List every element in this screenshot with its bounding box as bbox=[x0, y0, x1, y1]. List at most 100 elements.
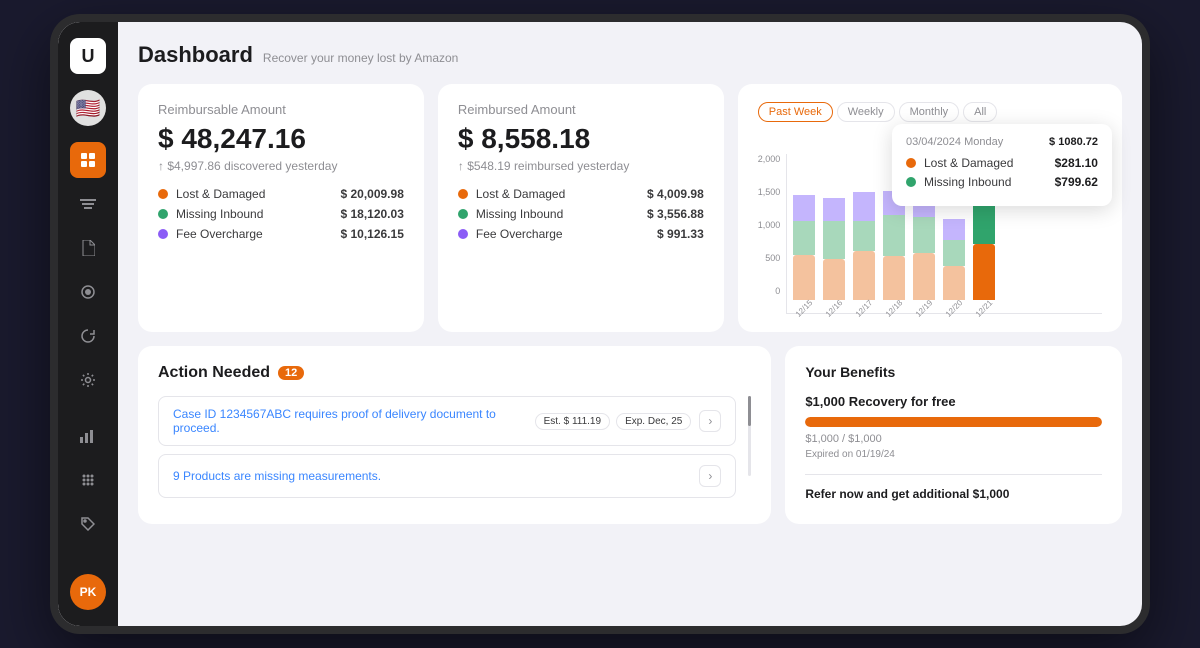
sidebar-item-grid2[interactable] bbox=[70, 462, 106, 498]
sidebar-item-tag[interactable] bbox=[70, 506, 106, 542]
y-label-0: 0 bbox=[758, 286, 781, 296]
breakdown-missing-inbound: Missing Inbound $ 18,120.03 bbox=[158, 207, 404, 221]
main-content: Dashboard Recover your money lost by Ama… bbox=[118, 22, 1142, 626]
breakdown-lost-damaged: Lost & Damaged $ 20,009.98 bbox=[158, 187, 404, 201]
action-tag-est: Est. $ 111.19 bbox=[535, 413, 610, 430]
bar-orange-12/15 bbox=[793, 255, 815, 300]
dot-green bbox=[158, 209, 168, 219]
y-label-1000: 1,000 bbox=[758, 220, 781, 230]
sidebar-item-shipments[interactable] bbox=[70, 186, 106, 222]
sidebar-item-charts[interactable] bbox=[70, 418, 106, 454]
bar-orange-12/16 bbox=[823, 259, 845, 300]
bar-group-12/16[interactable]: 12/16 bbox=[823, 198, 845, 313]
y-label-2000: 2,000 bbox=[758, 154, 781, 164]
chart-area: 0 500 1,000 1,500 2,000 12/15 12/16 12/17 1… bbox=[758, 134, 1102, 314]
sidebar-item-refresh[interactable] bbox=[70, 318, 106, 354]
reimbursable-amount: $ 48,247.16 bbox=[158, 123, 404, 155]
bar-label-12/19: 12/19 bbox=[914, 298, 935, 319]
bar-orange-12/17 bbox=[853, 251, 875, 300]
bar-orange-12/19 bbox=[913, 253, 935, 300]
bar-stack-12/20 bbox=[943, 219, 965, 300]
action-header: Action Needed 12 bbox=[158, 364, 751, 382]
tooltip-lost-damaged: Lost & Damaged $281.10 bbox=[906, 156, 1098, 170]
action-title: Action Needed bbox=[158, 364, 270, 382]
bar-stack-12/16 bbox=[823, 198, 845, 300]
sidebar: U 🇺🇸 bbox=[58, 22, 118, 626]
action-item-text-0: Case ID 1234567ABC requires proof of del… bbox=[173, 407, 525, 435]
tab-past-week[interactable]: Past Week bbox=[758, 102, 833, 122]
dot-orange-r bbox=[458, 189, 468, 199]
chart-tooltip: 03/04/2024 Monday $ 1080.72 Lost & Damag… bbox=[892, 124, 1112, 206]
chart-card: Past Week Weekly Monthly All 0 500 1,000… bbox=[738, 84, 1122, 332]
sidebar-item-docs[interactable] bbox=[70, 230, 106, 266]
bottom-row: Action Needed 12 Case ID 1234567ABC requ… bbox=[138, 346, 1122, 524]
reimbursed-breakdown-lost-damaged: Lost & Damaged $ 4,009.98 bbox=[458, 187, 704, 201]
breakdown-fee-overcharge: Fee Overcharge $ 10,126.15 bbox=[158, 227, 404, 241]
bar-label-12/15: 12/15 bbox=[794, 298, 815, 319]
bar-stack-12/19 bbox=[913, 190, 935, 300]
sidebar-item-analytics[interactable] bbox=[70, 274, 106, 310]
bar-stack-12/17 bbox=[853, 192, 875, 300]
reimbursable-change: ↑ $4,997.86 discovered yesterday bbox=[158, 159, 404, 173]
reimbursed-breakdown-missing-inbound: Missing Inbound $ 3,556.88 bbox=[458, 207, 704, 221]
chart-y-axis: 0 500 1,000 1,500 2,000 bbox=[758, 154, 781, 314]
action-arrow-1[interactable]: › bbox=[699, 465, 721, 487]
y-label-500: 500 bbox=[758, 253, 781, 263]
tab-all[interactable]: All bbox=[963, 102, 997, 122]
bar-group-12/19[interactable]: 12/19 bbox=[913, 190, 935, 313]
reimbursable-label: Reimbursable Amount bbox=[158, 102, 404, 117]
dot-purple bbox=[158, 229, 168, 239]
bar-label-12/17: 12/17 bbox=[854, 298, 875, 319]
page-title: Dashboard bbox=[138, 42, 253, 68]
benefits-divider: Refer now and get additional $1,000 bbox=[805, 474, 1102, 501]
bar-purple-12/20 bbox=[943, 219, 965, 240]
action-badge: 12 bbox=[278, 366, 304, 380]
action-arrow-0[interactable]: › bbox=[699, 410, 721, 432]
progress-text: $1,000 / $1,000 bbox=[805, 433, 1102, 445]
benefits-refer: Refer now and get additional $1,000 bbox=[805, 487, 1102, 501]
bar-label-12/16: 12/16 bbox=[824, 298, 845, 319]
bar-label-12/21: 12/21 bbox=[974, 298, 995, 319]
bar-orange-12/18 bbox=[883, 256, 905, 300]
dot-green-r bbox=[458, 209, 468, 219]
tooltip-date: 03/04/2024 Monday $ 1080.72 bbox=[906, 136, 1098, 148]
tooltip-dot-green bbox=[906, 177, 916, 187]
scroll-indicator[interactable] bbox=[748, 396, 751, 476]
top-cards-row: Reimbursable Amount $ 48,247.16 ↑ $4,997… bbox=[138, 84, 1122, 332]
bar-stack-12/18 bbox=[883, 191, 905, 300]
bar-group-12/20[interactable]: 12/20 bbox=[943, 219, 965, 313]
y-label-1500: 1,500 bbox=[758, 187, 781, 197]
bar-stack-12/15 bbox=[793, 195, 815, 300]
tooltip-missing-inbound: Missing Inbound $799.62 bbox=[906, 175, 1098, 189]
reimbursed-label: Reimbursed Amount bbox=[458, 102, 704, 117]
sidebar-flag[interactable]: 🇺🇸 bbox=[70, 90, 106, 126]
action-item-0[interactable]: Case ID 1234567ABC requires proof of del… bbox=[158, 396, 736, 446]
device-screen: U 🇺🇸 bbox=[58, 22, 1142, 626]
benefits-card: Your Benefits $1,000 Recovery for free $… bbox=[785, 346, 1122, 524]
bar-label-12/20: 12/20 bbox=[944, 298, 965, 319]
sidebar-item-settings[interactable] bbox=[70, 362, 106, 398]
sidebar-item-dashboard[interactable] bbox=[70, 142, 106, 178]
bar-group-12/18[interactable]: 12/18 bbox=[883, 191, 905, 313]
sidebar-avatar[interactable]: PK bbox=[70, 574, 106, 610]
bar-group-12/15[interactable]: 12/15 bbox=[793, 195, 815, 313]
bar-orange-12/20 bbox=[943, 266, 965, 300]
scroll-thumb bbox=[748, 396, 751, 426]
progress-bar-bg bbox=[805, 417, 1102, 427]
reimbursed-card: Reimbursed Amount $ 8,558.18 ↑ $548.19 r… bbox=[438, 84, 724, 332]
bar-green-12/18 bbox=[883, 215, 905, 256]
header: Dashboard Recover your money lost by Ama… bbox=[138, 42, 1122, 68]
bar-group-12/17[interactable]: 12/17 bbox=[853, 192, 875, 313]
action-item-1[interactable]: 9 Products are missing measurements. › bbox=[158, 454, 736, 498]
reimbursed-breakdown-fee-overcharge: Fee Overcharge $ 991.33 bbox=[458, 227, 704, 241]
tab-monthly[interactable]: Monthly bbox=[899, 102, 960, 122]
dot-purple-r bbox=[458, 229, 468, 239]
action-items-container: Case ID 1234567ABC requires proof of del… bbox=[158, 396, 751, 506]
action-card: Action Needed 12 Case ID 1234567ABC requ… bbox=[138, 346, 771, 524]
reimbursed-amount: $ 8,558.18 bbox=[458, 123, 704, 155]
benefits-promo-title: $1,000 Recovery for free bbox=[805, 394, 1102, 409]
tab-weekly[interactable]: Weekly bbox=[837, 102, 895, 122]
reimbursable-card: Reimbursable Amount $ 48,247.16 ↑ $4,997… bbox=[138, 84, 424, 332]
bar-orange-12/21 bbox=[973, 244, 995, 300]
bar-green-12/17 bbox=[853, 221, 875, 251]
